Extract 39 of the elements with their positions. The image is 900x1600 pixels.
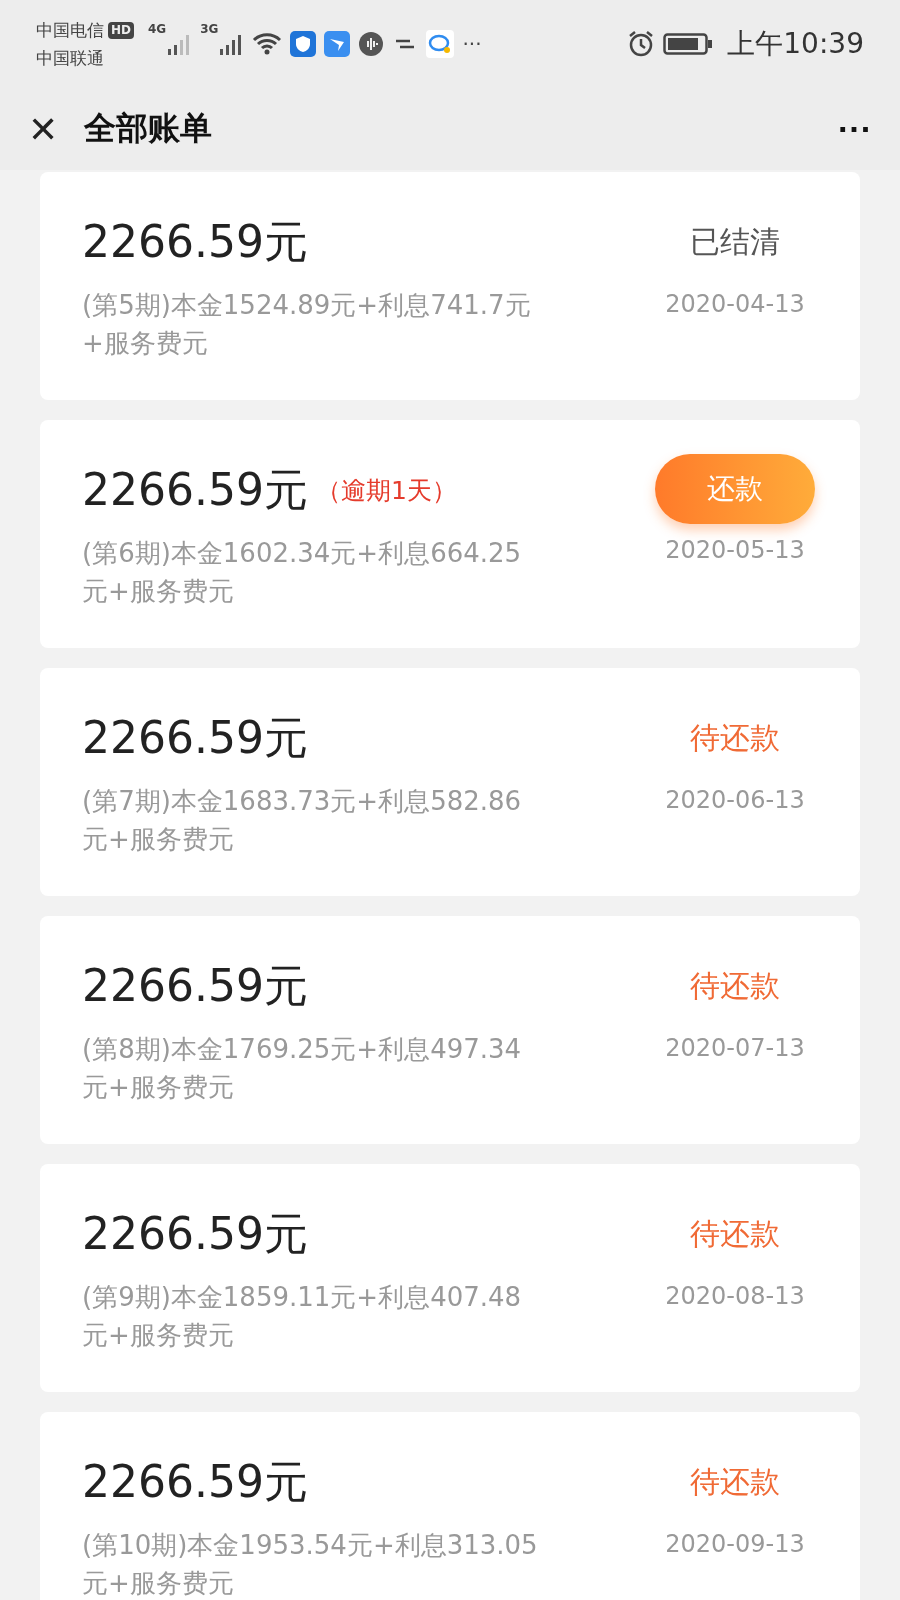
bill-amount: 2266.59元 — [82, 1206, 308, 1261]
bill-status: 待还款 — [690, 967, 780, 1005]
more-notifications: ··· — [462, 32, 482, 56]
overdue-note: （逾期1天） — [315, 474, 457, 507]
chat-app-icon — [426, 30, 455, 58]
bill-detail: (第9期)本金1859.11元+利息407.48元+服务费元 — [82, 1281, 523, 1352]
bill-status: 待还款 — [690, 1463, 780, 1501]
bill-detail: (第5期)本金1524.89元+利息741.7元+服务费元 — [82, 289, 532, 360]
clock-time: 上午10:39 — [727, 26, 864, 62]
due-date: 2020-09-13 — [665, 1530, 805, 1558]
network-label: 3G — [200, 22, 219, 36]
due-date: 2020-06-13 — [665, 786, 805, 814]
bill-amount: 2266.59元 — [82, 462, 308, 517]
bill-amount: 2266.59元 — [82, 214, 308, 269]
due-date: 2020-04-13 — [665, 290, 805, 318]
bill-amount: 2266.59元 — [82, 710, 308, 765]
audio-icon — [358, 31, 385, 57]
due-date: 2020-07-13 — [665, 1034, 805, 1062]
due-date: 2020-08-13 — [665, 1282, 805, 1310]
bill-status: 待还款 — [690, 1215, 780, 1253]
bill-detail: (第7期)本金1683.73元+利息582.86元+服务费元 — [82, 785, 523, 856]
due-date: 2020-05-13 — [665, 536, 805, 564]
more-button[interactable]: ··· — [838, 109, 872, 149]
network-label: 4G — [148, 22, 167, 36]
carrier-name: 中国联通 — [36, 47, 105, 70]
battery-icon — [663, 32, 714, 56]
bill-detail: (第8期)本金1769.25元+利息497.34元+服务费元 — [82, 1033, 523, 1104]
bill-amount: 2266.59元 — [82, 1454, 308, 1509]
bill-detail: (第6期)本金1602.34元+利息664.25元+服务费元 — [82, 537, 523, 608]
hd-badge: HD — [108, 21, 134, 39]
bill-amount: 2266.59元 — [82, 958, 308, 1013]
page-title: 全部账单 — [84, 108, 213, 149]
bill-status: 已结清 — [690, 223, 780, 261]
bill-status: 待还款 — [690, 719, 780, 757]
wifi-icon — [252, 32, 283, 56]
bill-detail: (第10期)本金1953.54元+利息313.05元+服务费元 — [82, 1529, 539, 1600]
carrier-name: 中国电信 — [36, 19, 104, 42]
shield-app-icon — [290, 31, 317, 57]
close-button[interactable]: ✕ — [28, 108, 59, 150]
